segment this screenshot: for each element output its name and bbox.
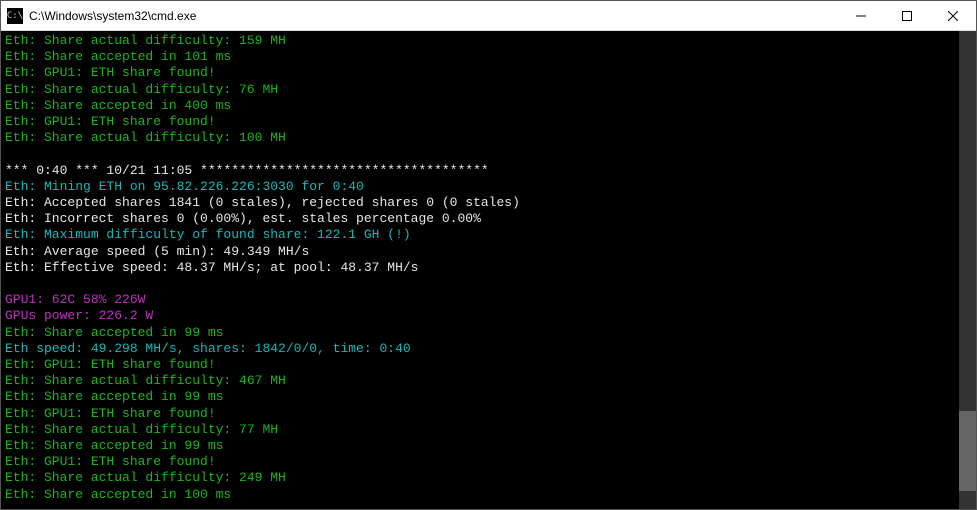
terminal-line xyxy=(5,276,955,292)
terminal-line: Eth: Incorrect shares 0 (0.00%), est. st… xyxy=(5,211,955,227)
terminal-line: *** 0:40 *** 10/21 11:05 ***************… xyxy=(5,163,955,179)
cmd-window: C:\ C:\Windows\system32\cmd.exe Eth: Sha… xyxy=(0,0,977,510)
terminal-line: Eth: GPU1: ETH share found! xyxy=(5,357,955,373)
terminal-line: Eth: GPU1: ETH share found! xyxy=(5,454,955,470)
terminal-line: Eth: Share accepted in 100 ms xyxy=(5,487,955,503)
close-button[interactable] xyxy=(930,1,976,30)
terminal-line: Eth: Share actual difficulty: 77 MH xyxy=(5,422,955,438)
terminal-line: Eth: Share actual difficulty: 76 MH xyxy=(5,82,955,98)
terminal-line: Eth: Effective speed: 48.37 MH/s; at poo… xyxy=(5,260,955,276)
terminal-line: Eth: Accepted shares 1841 (0 stales), re… xyxy=(5,195,955,211)
terminal-area: Eth: Share actual difficulty: 159 MHEth:… xyxy=(1,31,976,509)
cmd-icon: C:\ xyxy=(7,8,23,24)
titlebar[interactable]: C:\ C:\Windows\system32\cmd.exe xyxy=(1,1,976,31)
terminal-line: Eth: Share actual difficulty: 249 MH xyxy=(5,470,955,486)
terminal-line: Eth: Average speed (5 min): 49.349 MH/s xyxy=(5,244,955,260)
terminal-line: Eth: Share accepted in 99 ms xyxy=(5,325,955,341)
terminal-line: Eth: Share actual difficulty: 467 MH xyxy=(5,373,955,389)
terminal-line: Eth: Share accepted in 99 ms xyxy=(5,438,955,454)
window-controls xyxy=(838,1,976,30)
terminal-line: Eth: GPU1: ETH share found! xyxy=(5,65,955,81)
scrollbar[interactable] xyxy=(959,31,976,509)
scrollbar-thumb[interactable] xyxy=(959,411,976,491)
terminal-line xyxy=(5,146,955,162)
window-title: C:\Windows\system32\cmd.exe xyxy=(29,9,838,23)
terminal-line: Eth: GPU1: ETH share found! xyxy=(5,114,955,130)
terminal-line: Eth: Maximum difficulty of found share: … xyxy=(5,227,955,243)
terminal-line: Eth speed: 49.298 MH/s, shares: 1842/0/0… xyxy=(5,341,955,357)
terminal-line: Eth: Share accepted in 99 ms xyxy=(5,389,955,405)
terminal-line: GPUs power: 226.2 W xyxy=(5,308,955,324)
maximize-button[interactable] xyxy=(884,1,930,30)
terminal-output[interactable]: Eth: Share actual difficulty: 159 MHEth:… xyxy=(1,31,959,509)
terminal-line: Eth: Share accepted in 400 ms xyxy=(5,98,955,114)
terminal-line: Eth: GPU1: ETH share found! xyxy=(5,406,955,422)
minimize-button[interactable] xyxy=(838,1,884,30)
terminal-line: GPU1: 62C 58% 226W xyxy=(5,292,955,308)
terminal-line: Eth: Share actual difficulty: 159 MH xyxy=(5,33,955,49)
terminal-line: Eth: Share accepted in 101 ms xyxy=(5,49,955,65)
terminal-line: Eth: Mining ETH on 95.82.226.226:3030 fo… xyxy=(5,179,955,195)
terminal-line: Eth: Share actual difficulty: 100 MH xyxy=(5,130,955,146)
